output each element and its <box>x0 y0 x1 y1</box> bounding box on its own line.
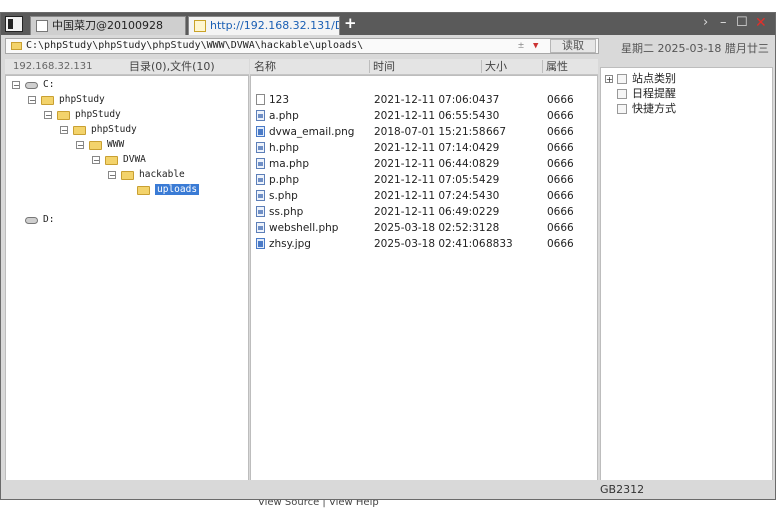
folder-icon <box>41 95 54 105</box>
collapse-icon[interactable]: − <box>60 126 68 135</box>
folder-icon <box>73 125 86 135</box>
file-row[interactable]: zhsy.jpg 2025-03-18 02:41:06 8833 0666 <box>251 236 597 252</box>
minimize-button[interactable]: – <box>720 15 727 30</box>
folder-icon <box>121 170 134 180</box>
maximize-button[interactable]: ☐ <box>736 15 748 30</box>
plus-minus-icon[interactable]: ± <box>518 39 524 53</box>
file-row[interactable]: h.php 2021-12-11 07:14:04 29 0666 <box>251 140 597 156</box>
file-row[interactable]: ss.php 2021-12-11 06:49:02 29 0666 <box>251 204 597 220</box>
tree-node-dvwa[interactable]: − DVWA <box>92 153 146 167</box>
site-category-item[interactable]: + 站点类别 <box>605 72 676 86</box>
column-attr[interactable]: 属性 <box>546 59 568 74</box>
status-bar: GB2312 <box>1 480 775 499</box>
collapse-icon[interactable]: − <box>108 171 116 180</box>
folder-icon <box>105 155 118 165</box>
tab-site-label: http://192.168.32.131/DVW... <box>210 19 339 32</box>
caidao-window: 中国菜刀@20100928 http://192.168.32.131/DVW.… <box>0 12 776 500</box>
file-row[interactable]: 123 2021-12-11 07:06:04 37 0666 <box>251 92 597 108</box>
collapse-icon[interactable]: − <box>44 111 52 120</box>
tree-node-d[interactable]: D: <box>25 213 54 227</box>
file-list-header: 名称 时间 大小 属性 <box>250 59 598 75</box>
folder-icon <box>89 140 102 150</box>
collapse-icon[interactable]: − <box>28 96 36 105</box>
tree-node-phpstudy[interactable]: − phpStudy <box>28 93 105 107</box>
php-file-icon <box>256 142 265 153</box>
file-icon <box>256 94 265 105</box>
tree-node-uploads[interactable]: uploads <box>137 183 200 197</box>
tree-node-www[interactable]: − WWW <box>76 138 124 152</box>
column-time[interactable]: 时间 <box>373 59 395 74</box>
php-file-icon <box>256 222 265 233</box>
file-row[interactable]: a.php 2021-12-11 06:55:54 30 0666 <box>251 108 597 124</box>
collapse-icon[interactable]: − <box>12 81 20 90</box>
image-file-icon <box>256 238 265 249</box>
new-tab-button[interactable]: + <box>344 14 357 32</box>
file-row[interactable]: webshell.php 2025-03-18 02:52:31 28 0666 <box>251 220 597 236</box>
date-header: 星期二 2025-03-18 腊月廿三 <box>621 42 769 55</box>
address-bar[interactable]: C:\phpStudy\phpStudy\phpStudy\WWW\DVWA\h… <box>5 38 599 54</box>
category-icon <box>617 74 627 84</box>
expand-icon[interactable]: + <box>605 75 613 84</box>
tab-site[interactable]: http://192.168.32.131/DVW... <box>188 16 340 35</box>
tab-caidao[interactable]: 中国菜刀@20100928 <box>30 16 186 35</box>
read-button[interactable]: 读取 <box>550 39 596 53</box>
folder-icon <box>11 42 22 50</box>
tab-caidao-label: 中国菜刀@20100928 <box>52 19 163 32</box>
php-file-icon <box>256 174 265 185</box>
title-bar: 中国菜刀@20100928 http://192.168.32.131/DVW.… <box>1 13 775 35</box>
close-button[interactable]: ✕ <box>755 15 767 31</box>
clock-icon <box>617 89 627 99</box>
php-file-icon <box>256 206 265 217</box>
schedule-item[interactable]: 日程提醒 <box>617 87 676 101</box>
tree-node-phpstudy[interactable]: − phpStudy <box>60 123 137 137</box>
drive-icon <box>25 216 38 224</box>
open-folder-icon <box>137 185 150 195</box>
dropdown-arrow-icon[interactable]: ▼ <box>533 39 538 53</box>
app-icon[interactable] <box>5 16 23 32</box>
drive-icon <box>25 81 38 89</box>
file-list[interactable]: 123 2021-12-11 07:06:04 37 0666 a.php 2021-1… <box>250 75 598 491</box>
php-file-icon <box>256 158 265 169</box>
shortcut-icon <box>617 104 627 114</box>
folder-icon <box>57 110 70 120</box>
collapse-icon[interactable]: − <box>92 156 100 165</box>
shortcut-item[interactable]: 快捷方式 <box>617 102 676 116</box>
page-icon <box>36 20 48 32</box>
folder-tab-icon <box>194 20 206 32</box>
address-path[interactable]: C:\phpStudy\phpStudy\phpStudy\WWW\DVWA\h… <box>26 39 363 53</box>
directory-tree[interactable]: − C: − phpStudy − phpStudy − phpStudy − WWW −… <box>5 75 249 491</box>
left-header: 192.168.32.131 目录(0),文件(10) <box>5 59 249 75</box>
column-name[interactable]: 名称 <box>254 59 276 74</box>
tree-node-hackable[interactable]: − hackable <box>108 168 185 182</box>
chevron-right-icon[interactable]: › <box>703 15 708 30</box>
file-row[interactable]: dvwa_email.png 2018-07-01 15:21:58 667 0666 <box>251 124 597 140</box>
collapse-icon[interactable]: − <box>76 141 84 150</box>
tree-node-phpstudy[interactable]: − phpStudy <box>44 108 121 122</box>
php-file-icon <box>256 190 265 201</box>
php-file-icon <box>256 110 265 121</box>
tree-node-c[interactable]: − C: <box>12 78 54 92</box>
dir-file-count: 目录(0),文件(10) <box>129 60 215 73</box>
file-row[interactable]: s.php 2021-12-11 07:24:54 30 0666 <box>251 188 597 204</box>
file-row[interactable]: ma.php 2021-12-11 06:44:08 29 0666 <box>251 156 597 172</box>
right-panel[interactable]: + 站点类别 日程提醒 快捷方式 <box>600 67 773 491</box>
column-size[interactable]: 大小 <box>485 59 507 74</box>
image-file-icon <box>256 126 265 137</box>
encoding-status[interactable]: GB2312 <box>600 483 644 496</box>
file-row[interactable]: p.php 2021-12-11 07:05:54 29 0666 <box>251 172 597 188</box>
server-ip: 192.168.32.131 <box>13 61 93 72</box>
